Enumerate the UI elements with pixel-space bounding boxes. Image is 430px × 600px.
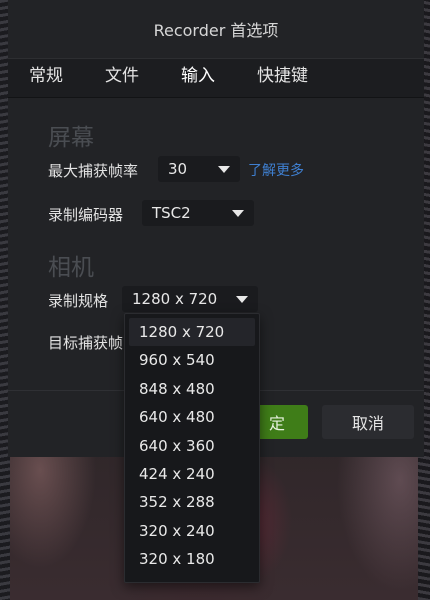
format-label: 录制规格 — [48, 292, 109, 310]
dropdown-option[interactable]: 640 x 360 — [125, 432, 259, 460]
dialog-titlebar[interactable]: Recorder 首选项 — [8, 0, 424, 59]
encoder-select[interactable]: TSC2 — [142, 200, 254, 226]
dropdown-option[interactable]: 320 x 240 — [125, 517, 259, 545]
tab-shortcuts[interactable]: 快捷键 — [236, 59, 329, 97]
dropdown-option[interactable]: 960 x 540 — [125, 346, 259, 374]
dropdown-option[interactable]: 352 x 288 — [125, 488, 259, 516]
encoder-label: 录制编码器 — [48, 206, 124, 224]
chevron-down-icon — [218, 165, 230, 173]
max-fps-label: 最大捕获帧率 — [48, 162, 139, 180]
chevron-down-icon — [232, 209, 244, 217]
format-dropdown-menu: 1280 x 720 960 x 540 848 x 480 640 x 480… — [124, 313, 260, 583]
dropdown-option[interactable]: 1280 x 720 — [129, 318, 255, 347]
encoder-value: TSC2 — [152, 204, 191, 222]
cancel-button[interactable]: 取消 — [322, 405, 414, 439]
target-fps-label: 目标捕获帧 — [48, 334, 124, 352]
screen-section-title: 屏幕 — [48, 125, 94, 151]
format-value: 1280 x 720 — [132, 290, 218, 308]
max-fps-select[interactable]: 30 — [158, 156, 240, 182]
tab-bar: 常规 文件 输入 快捷键 — [8, 59, 424, 98]
chevron-down-icon — [236, 295, 248, 303]
dropdown-option[interactable]: 848 x 480 — [125, 375, 259, 403]
tab-input[interactable]: 输入 — [160, 59, 236, 97]
learn-more-link[interactable]: 了解更多 — [248, 160, 304, 180]
max-fps-value: 30 — [168, 160, 188, 178]
tab-files[interactable]: 文件 — [84, 59, 160, 97]
dropdown-option[interactable]: 424 x 240 — [125, 460, 259, 488]
dropdown-option[interactable]: 320 x 180 — [125, 545, 259, 573]
dialog-title: Recorder 首选项 — [153, 21, 279, 40]
tab-general[interactable]: 常规 — [8, 59, 84, 97]
camera-section-title: 相机 — [48, 255, 94, 281]
dropdown-option[interactable]: 640 x 480 — [125, 403, 259, 431]
format-select[interactable]: 1280 x 720 — [122, 286, 258, 312]
